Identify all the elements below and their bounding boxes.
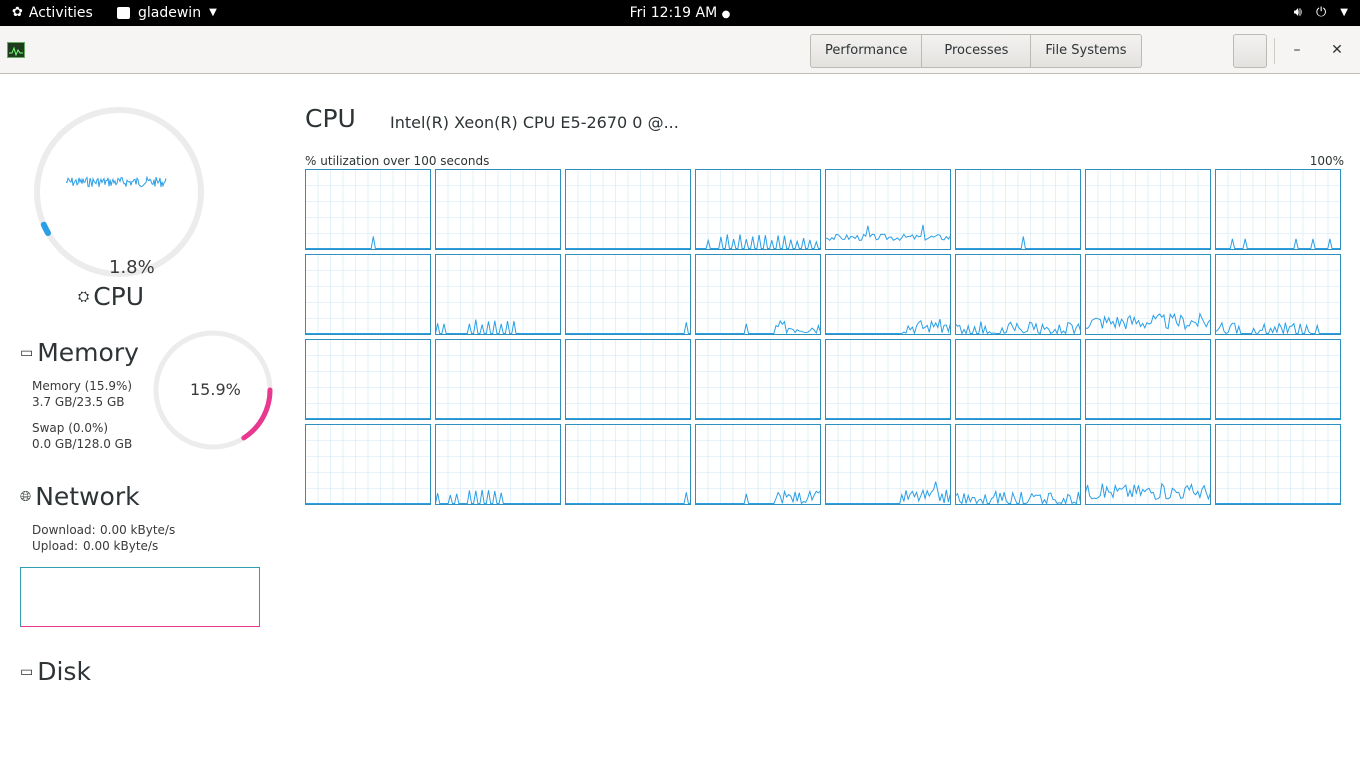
disk-section-title[interactable]: ▭ Disk [20,657,91,686]
minimize-icon: – [1293,42,1301,58]
disk-label: Disk [37,657,91,686]
close-button[interactable]: ✕ [1324,36,1350,64]
activities-button[interactable]: ✿ Activities [12,0,93,26]
disk-icon: ▭ [20,663,34,680]
system-monitor-icon [7,42,25,58]
volume-icon: 🔊︎ [1293,5,1302,20]
cpu-core-graphs [305,169,1341,506]
cpu-core-graph-30 [1085,424,1211,505]
memory-label: Memory [37,338,139,367]
memory-usage: Memory (15.9%) [32,379,133,393]
clock[interactable]: Fri 12:19 AM ● [630,5,731,21]
cpu-core-graph-15 [1215,254,1341,336]
cpu-core-graph-20 [825,339,951,420]
cpu-core-graph-25 [435,424,561,505]
cpu-core-graph-29 [955,424,1081,506]
memory-amount: 3.7 GB/23.5 GB [32,395,125,409]
gnome-icon: ✿ [12,5,23,20]
download-value: 0.00 kByte/s [100,523,176,537]
cpu-core-graph-14 [1085,254,1211,335]
cpu-core-graph-19 [695,339,821,420]
caret-down-icon: ▼ [1340,7,1348,18]
cpu-gauge-arc [40,221,51,236]
tab-file-systems[interactable]: File Systems [1030,34,1142,68]
notification-dot-icon: ● [721,9,731,20]
clock-label: Fri 12:19 AM [629,5,718,21]
cpu-core-graph-1 [435,169,561,250]
cpu-percent: 1.8% [109,257,155,278]
network-graph[interactable] [20,567,260,627]
chip-icon: ⛭ [78,288,90,305]
swap-amount: 0.0 GB/128.0 GB [32,437,133,451]
cpu-core-graph-6 [1085,169,1211,250]
memory-percent: 15.9% [190,380,241,399]
cpu-core-graph-27 [695,424,821,505]
activities-label: Activities [28,5,93,21]
utilization-label: % utilization over 100 seconds [305,154,490,168]
network-section-title[interactable]: 🌐︎ Network [20,482,140,511]
cpu-core-graph-2 [565,169,691,250]
utilization-max: 100% [1309,154,1344,168]
cpu-label: CPU [93,282,145,311]
memory-icon: ▭ [20,344,34,361]
power-icon: ⏻ [1316,5,1327,20]
cpu-core-graph-8 [305,254,431,335]
top-bar: ✿ Activities gladewin ▼ Fri 12:19 AM ● 🔊… [0,0,1360,26]
header-bar: Performance Processes File Systems – ✕ [0,26,1360,74]
cpu-core-graph-16 [305,339,431,420]
app-menu-label: gladewin [138,5,202,21]
cpu-core-graph-4 [825,169,951,250]
cpu-core-graph-13 [955,254,1081,336]
caret-down-icon: ▼ [209,7,217,18]
sidebar: 1.8% ⛭ CPU ▭ Memory Memory (15.9%) 3.7 G… [0,74,290,768]
close-icon: ✕ [1331,42,1343,58]
upload-label: Upload: [32,539,79,553]
separator [1274,38,1275,64]
tab-performance[interactable]: Performance [810,34,923,68]
cpu-sparkline [65,175,167,188]
cpu-core-graph-31 [1215,424,1341,505]
app-window-icon [117,7,130,19]
page-title: CPU [305,104,356,133]
tab-processes[interactable]: Processes [921,34,1032,68]
memory-section-title[interactable]: ▭ Memory [20,338,139,367]
cpu-core-graph-7 [1215,169,1341,250]
download-label: Download: [32,523,96,537]
cpu-core-graph-12 [825,254,951,335]
cpu-core-graph-26 [565,424,691,505]
cpu-core-graph-17 [435,339,561,420]
cpu-core-graph-21 [955,339,1081,420]
cpu-model: Intel(R) Xeon(R) CPU E5-2670 0 @... [390,113,679,132]
cpu-core-graph-24 [305,424,431,505]
menu-button[interactable] [1233,34,1267,68]
cpu-core-graph-3 [695,169,821,250]
memory-gauge-arc [241,387,273,441]
minimize-button[interactable]: – [1284,36,1310,64]
cpu-core-graph-28 [825,424,951,505]
upload-value: 0.00 kByte/s [83,539,159,553]
cpu-core-graph-9 [435,254,561,335]
network-label: Network [35,482,140,511]
cpu-core-graph-10 [565,254,691,335]
globe-icon: 🌐︎ [20,488,32,505]
cpu-core-graph-11 [695,254,821,335]
cpu-core-graph-18 [565,339,691,420]
system-tray[interactable]: 🔊︎ ⏻ ▼ [1294,0,1348,26]
swap-usage: Swap (0.0%) [32,421,109,435]
view-switcher: Performance Processes File Systems [810,34,1142,68]
cpu-core-graph-23 [1215,339,1341,420]
cpu-core-graph-5 [955,169,1081,250]
cpu-section-title[interactable]: ⛭ CPU [78,282,144,311]
cpu-core-graph-0 [305,169,431,250]
cpu-core-graph-22 [1085,339,1211,420]
app-menu[interactable]: gladewin ▼ [117,0,217,26]
